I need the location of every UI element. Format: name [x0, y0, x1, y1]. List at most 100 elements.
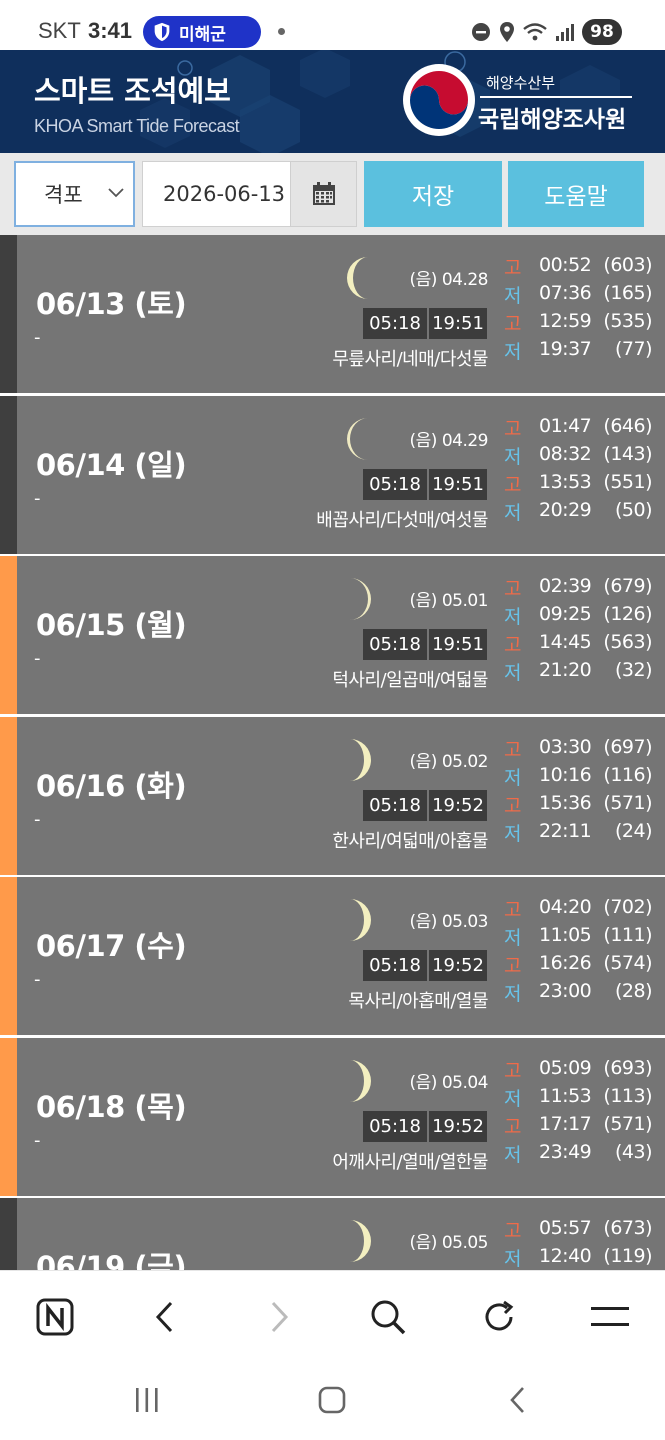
tide-type: 고: [504, 1115, 522, 1138]
location-icon: [500, 22, 514, 42]
tide-type: 저: [504, 606, 522, 628]
sun-times: 05:18 19:52: [363, 789, 487, 821]
sunrise-time: 05:18: [363, 1110, 429, 1142]
day-indicator-bar: [0, 1037, 17, 1196]
do-not-disturb-icon: [472, 23, 490, 41]
help-button[interactable]: 도움말: [508, 161, 644, 227]
day-row[interactable]: 06/16 (화) - (음) 05.02 05:18 19:52 한사리/여덟매/아홉물…: [0, 716, 665, 875]
tide-entry: 저 20:29 (50): [504, 498, 653, 526]
org-divider: [480, 96, 632, 98]
tide-forecast-list: 06/13 (토) - (음) 04.28 05:18 19:51 무릎사리/네매/다섯물…: [0, 235, 665, 1270]
app-notification-pill[interactable]: 미해군: [143, 16, 261, 48]
location-select-value: 격포: [44, 183, 83, 207]
tide-entry: 저 09:25 (126): [504, 602, 652, 630]
day-indicator-bar: [0, 556, 17, 714]
tide-entry: 고 05:57 (673): [504, 1216, 652, 1244]
shield-icon: [154, 22, 170, 42]
forward-icon[interactable]: [256, 1295, 300, 1339]
refresh-icon[interactable]: [477, 1295, 521, 1339]
home-icon[interactable]: [312, 1382, 352, 1418]
tide-cycle-name: 배꼽사리/다섯매/여섯물: [316, 509, 488, 531]
sun-times: 05:18 19:51: [363, 629, 487, 660]
sun-times: 05:18 19:52: [363, 1110, 487, 1142]
tide-type: 고: [504, 417, 522, 440]
day-row[interactable]: 06/19 (금)-(음) 05.05고05:57(673)저12:40(119…: [0, 1198, 665, 1270]
tide-level: (50): [614, 498, 653, 521]
tide-table: 고 00:52 (603) 저 07:36 (165) 고 12:59 (535) 저 19:37 (…: [504, 253, 653, 365]
moon-phase-icon: [350, 738, 371, 781]
day-memo: -: [34, 1129, 41, 1151]
tide-time: 19:37: [539, 338, 592, 360]
tide-entry: 저 10:16 (116): [504, 763, 652, 791]
clock: 3:41: [88, 18, 133, 43]
app-header: 스마트 조석예보 KHOA Smart Tide Forecast 해양수산부 …: [0, 50, 665, 153]
calendar-icon: [312, 182, 335, 205]
tide-time: 12:40: [539, 1245, 592, 1267]
tide-time: 09:25: [539, 603, 592, 625]
recent-apps-icon[interactable]: [127, 1382, 167, 1418]
tide-time: 00:52: [539, 254, 592, 276]
day-memo: -: [34, 487, 41, 509]
moon-phase-icon: [350, 899, 371, 941]
tide-level: (693): [603, 1056, 652, 1079]
day-indicator-bar: [0, 716, 17, 875]
lunar-date: (음) 05.05: [409, 1233, 489, 1253]
tide-time: 15:36: [539, 791, 592, 814]
tide-table: 고 04:20 (702) 저 11:05 (111) 고 16:26 (574) 저 23:00 (…: [504, 895, 653, 1007]
menu-icon[interactable]: [588, 1295, 632, 1339]
tide-time: 04:20: [539, 896, 592, 918]
day-row[interactable]: 06/18 (목) - (음) 05.04 05:18 19:52 어깨사리/열매/열한물…: [0, 1037, 665, 1196]
tide-table: 고 05:57 (673) 저 12:40 (119): [504, 1216, 652, 1270]
tide-type: 고: [504, 1220, 522, 1242]
location-select[interactable]: 격포: [14, 161, 135, 227]
day-memo: -: [34, 648, 41, 669]
day-memo: -: [34, 327, 41, 348]
day-row[interactable]: 06/13 (토) - (음) 04.28 05:18 19:51 무릎사리/네매/다섯물…: [0, 235, 665, 393]
day-row[interactable]: 06/14 (일) - (음) 04.29 05:18 19:51 배꼽사리/다섯매/여섯…: [0, 395, 665, 554]
tide-entry: 고 00:52 (603): [504, 253, 652, 281]
tide-table: 고 05:09 (693) 저 11:53 (113) 고 17:17 (571) 저 23:49 (…: [504, 1056, 653, 1168]
browser-toolbar: [0, 1270, 665, 1360]
tide-table: 고 03:30 (697) 저 10:16 (116) 고 15:36 (571) 저 22:11 (…: [504, 735, 653, 847]
chevron-down-icon: [108, 188, 124, 198]
tide-level: (77): [614, 338, 653, 360]
tide-level: (551): [603, 470, 652, 493]
tide-type: 저: [504, 1248, 522, 1270]
tide-type: 고: [504, 473, 522, 496]
agency-label: 국립해양조사원: [478, 107, 627, 133]
tide-level: (126): [603, 603, 652, 625]
tide-type: 고: [504, 578, 522, 600]
day-row[interactable]: 06/17 (수) - (음) 05.03 05:18 19:52 목사리/아홉매/열물 고…: [0, 877, 665, 1035]
day-indicator-bar: [0, 877, 17, 1035]
tide-type: 저: [504, 1143, 522, 1166]
tide-time: 12:59: [539, 310, 592, 332]
naver-home-icon[interactable]: [33, 1295, 77, 1339]
tide-level: (32): [614, 659, 653, 681]
tide-level: (28): [614, 980, 653, 1002]
tide-entry: 저 08:32 (143): [504, 442, 652, 470]
system-back-icon[interactable]: [498, 1382, 538, 1418]
sunset-time: 19:51: [429, 468, 487, 500]
day-row[interactable]: 06/15 (월) - (음) 05.01 05:18 19:51 턱사리/일곱매/여덟물…: [0, 556, 665, 714]
tide-level: (165): [603, 282, 652, 304]
calendar-button[interactable]: [290, 161, 357, 227]
moon-phase-icon: [350, 578, 371, 620]
tide-type: 저: [504, 285, 522, 307]
save-button[interactable]: 저장: [364, 161, 502, 227]
date-field[interactable]: 2026-06-13: [142, 161, 292, 227]
search-controls: 격포 2026-06-13 저장 도움말: [0, 153, 665, 235]
tide-cycle-name: 무릎사리/네매/다섯물: [332, 349, 488, 370]
tide-cycle-name: 어깨사리/열매/열한물: [332, 1151, 488, 1173]
tide-time: 07:36: [539, 282, 592, 304]
tide-time: 23:00: [539, 980, 592, 1002]
tide-time: 03:30: [539, 735, 592, 758]
search-icon[interactable]: [366, 1295, 410, 1339]
tide-entry: 저 11:05 (111): [504, 923, 652, 951]
signal-icon: [556, 24, 574, 41]
tide-cycle-name: 한사리/여덟매/아홉물: [332, 830, 488, 852]
back-icon[interactable]: [144, 1295, 188, 1339]
tide-time: 20:29: [539, 498, 592, 521]
tide-level: (143): [603, 442, 652, 465]
tide-entry: 고 05:09 (693): [504, 1056, 652, 1084]
tide-time: 02:39: [539, 575, 592, 597]
